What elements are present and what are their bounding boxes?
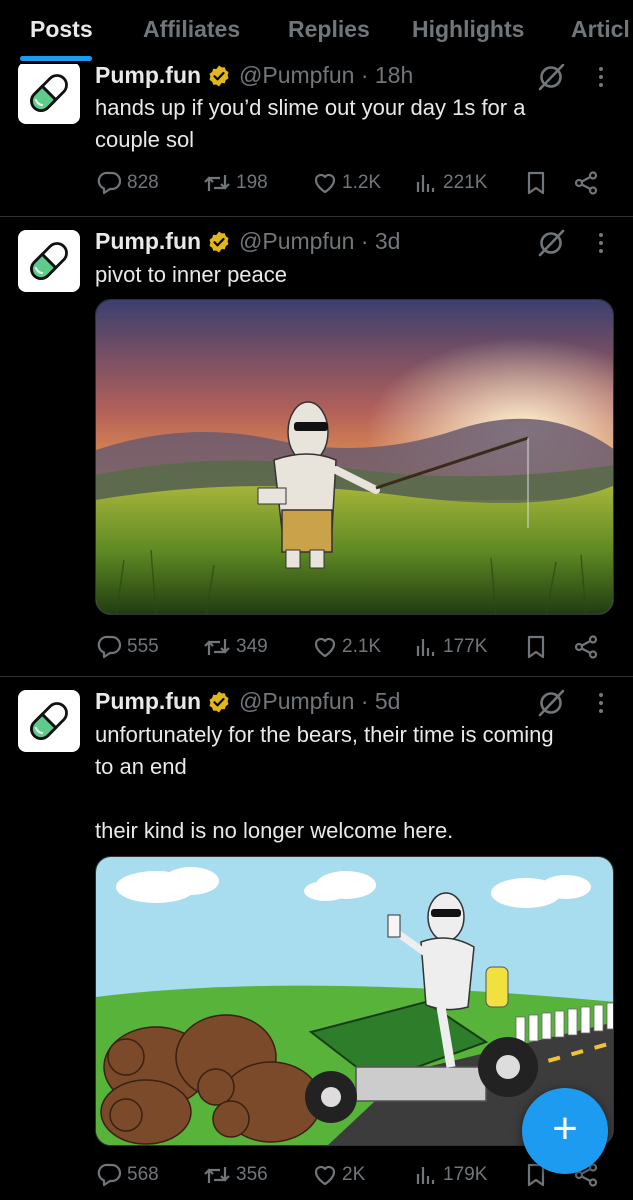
post-actions: 828 198 1.2K 221K: [95, 170, 615, 202]
reply-count: 828: [127, 172, 159, 193]
grok-icon[interactable]: [536, 228, 566, 258]
reply-button[interactable]: 568: [97, 1162, 159, 1188]
like-count: 2K: [342, 1164, 366, 1185]
repost-icon: [202, 170, 232, 196]
verified-badge-icon: [207, 690, 231, 714]
post-text: hands up if you’d slime out your day 1s …: [95, 95, 526, 152]
post-header: Pump.fun @Pumpfun · 18h: [95, 62, 413, 89]
share-icon: [573, 634, 599, 660]
reply-count: 568: [127, 1164, 159, 1185]
repost-icon: [202, 1162, 232, 1188]
handle-timestamp[interactable]: @Pumpfun · 5d: [239, 688, 400, 715]
display-name[interactable]: Pump.fun: [95, 688, 201, 715]
repost-count: 356: [236, 1164, 268, 1185]
repost-button[interactable]: 198: [202, 170, 268, 196]
grok-icon[interactable]: [536, 62, 566, 92]
plus-icon: +: [552, 1104, 578, 1153]
avatar[interactable]: [18, 690, 80, 752]
pill-icon: [23, 235, 75, 287]
post-header: Pump.fun @Pumpfun · 5d: [95, 688, 400, 715]
heart-icon: [312, 634, 338, 660]
grok-icon[interactable]: [536, 688, 566, 718]
avatar[interactable]: [18, 230, 80, 292]
bookmark-button[interactable]: [523, 170, 549, 196]
bookmark-button[interactable]: [523, 634, 549, 660]
display-name[interactable]: Pump.fun: [95, 228, 201, 255]
tab-highlights[interactable]: Highlights: [412, 16, 524, 43]
like-button[interactable]: 1.2K: [312, 170, 381, 196]
pill-icon: [23, 695, 75, 747]
repost-count: 349: [236, 636, 268, 657]
post-header: Pump.fun @Pumpfun · 3d: [95, 228, 400, 255]
post-actions: 568 356 2K 179K: [95, 1162, 615, 1194]
views-icon: [413, 1162, 439, 1188]
reply-icon: [97, 634, 123, 660]
repost-count: 198: [236, 172, 268, 193]
avatar[interactable]: [18, 62, 80, 124]
post-actions: 555 349 2.1K 177K: [95, 634, 615, 666]
like-count: 1.2K: [342, 172, 382, 193]
views-count: 177K: [443, 636, 488, 657]
repost-icon: [202, 634, 232, 660]
views-icon: [413, 634, 439, 660]
share-icon: [573, 170, 599, 196]
active-tab-indicator: [20, 56, 92, 61]
reply-button[interactable]: 555: [97, 634, 159, 660]
post-2[interactable]: Pump.fun @Pumpfun · 3d pivot to inner pe…: [0, 216, 633, 676]
profile-tabs: Posts Affiliates Replies Highlights Arti…: [0, 0, 633, 64]
reply-button[interactable]: 828: [97, 170, 159, 196]
like-button[interactable]: 2K: [312, 1162, 365, 1188]
more-icon[interactable]: [588, 228, 614, 258]
display-name[interactable]: Pump.fun: [95, 62, 201, 89]
sunset-meadow-fishing-image[interactable]: [95, 299, 614, 615]
repost-button[interactable]: 349: [202, 634, 268, 660]
handle-timestamp[interactable]: @Pumpfun · 18h: [239, 62, 413, 89]
post-text: pivot to inner peace: [95, 262, 288, 287]
tab-posts[interactable]: Posts: [30, 16, 93, 43]
reply-icon: [97, 1162, 123, 1188]
pill-icon: [23, 67, 75, 119]
compose-post-button[interactable]: +: [522, 1088, 608, 1174]
tab-replies[interactable]: Replies: [288, 16, 370, 43]
tab-affiliates[interactable]: Affiliates: [143, 16, 240, 43]
bookmark-icon: [523, 634, 549, 660]
heart-icon: [312, 1162, 338, 1188]
views-count: 221K: [443, 172, 488, 193]
views-button[interactable]: 221K: [413, 170, 487, 196]
share-button[interactable]: [573, 634, 599, 660]
tab-articles[interactable]: Articl: [571, 16, 630, 43]
handle-timestamp[interactable]: @Pumpfun · 3d: [239, 228, 400, 255]
reply-count: 555: [127, 636, 159, 657]
more-icon[interactable]: [588, 62, 614, 92]
heart-icon: [312, 170, 338, 196]
more-icon[interactable]: [588, 688, 614, 718]
views-button[interactable]: 179K: [413, 1162, 487, 1188]
like-count: 2.1K: [342, 636, 382, 657]
post-text: unfortunately for the bears, their time …: [95, 722, 554, 779]
share-button[interactable]: [573, 170, 599, 196]
views-button[interactable]: 177K: [413, 634, 487, 660]
verified-badge-icon: [207, 230, 231, 254]
repost-button[interactable]: 356: [202, 1162, 268, 1188]
like-button[interactable]: 2.1K: [312, 634, 381, 660]
views-icon: [413, 170, 439, 196]
post-text-second-paragraph: their kind is no longer welcome here.: [95, 818, 454, 843]
verified-badge-icon: [207, 64, 231, 88]
reply-icon: [97, 170, 123, 196]
views-count: 179K: [443, 1164, 488, 1185]
bookmark-icon: [523, 170, 549, 196]
